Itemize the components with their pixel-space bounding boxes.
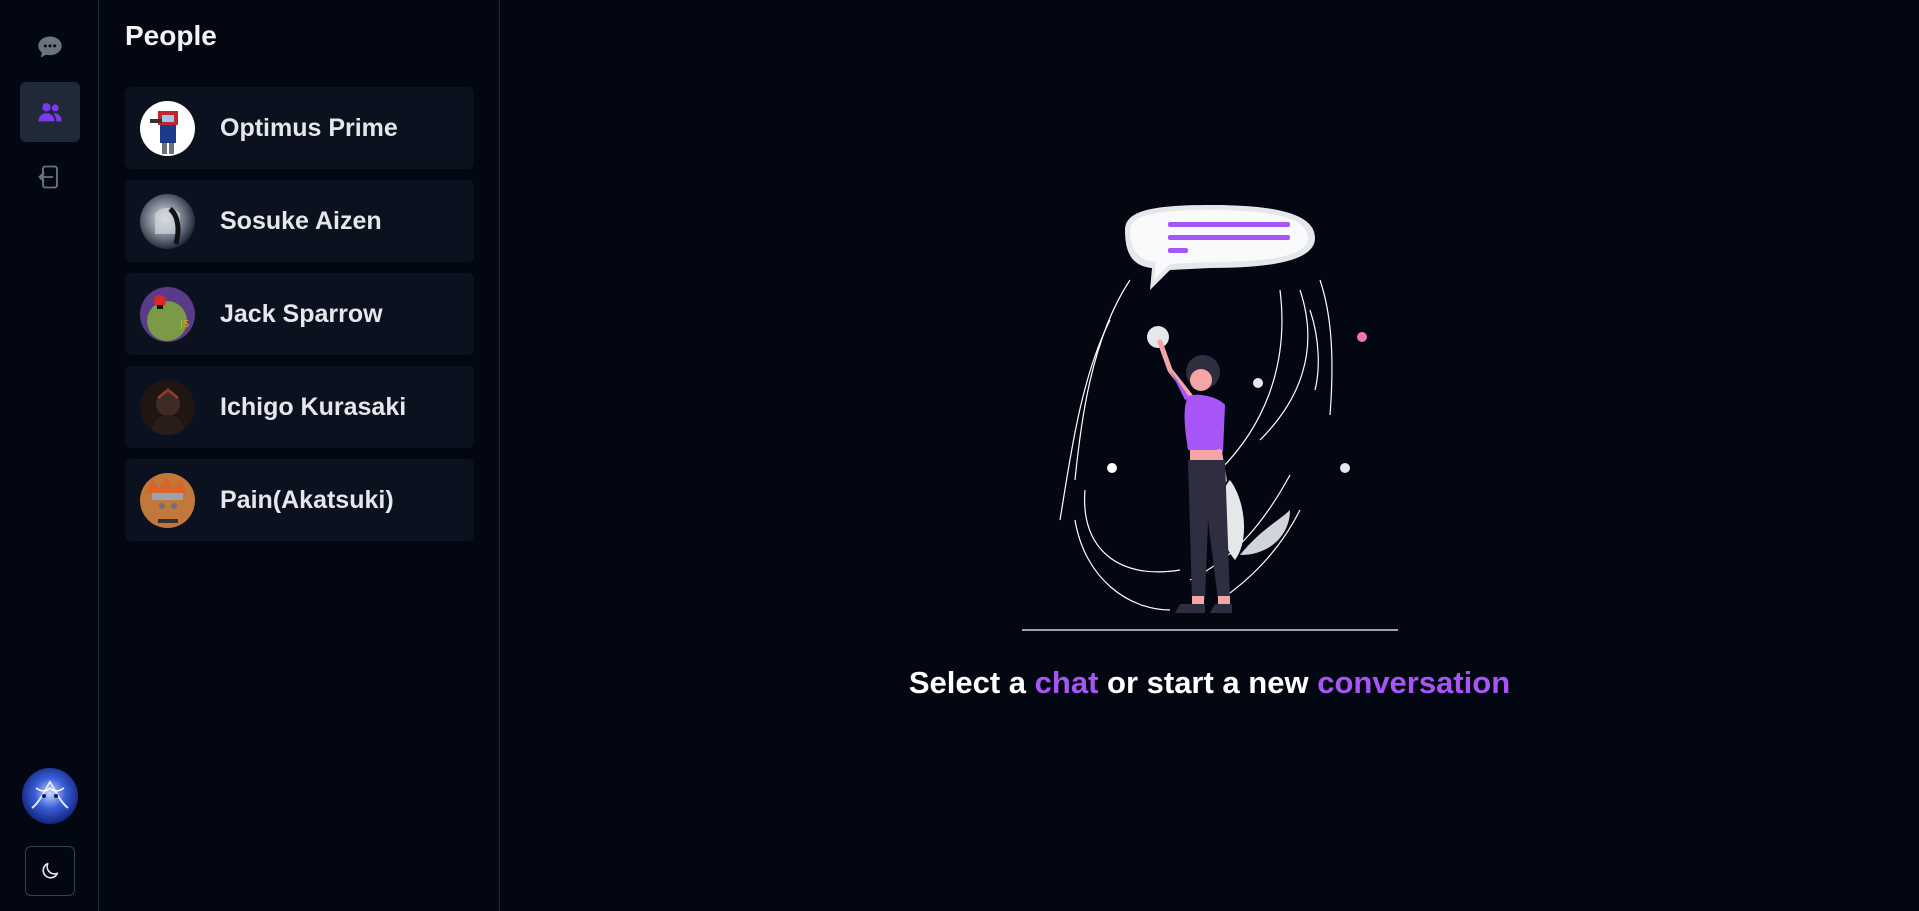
avatar xyxy=(140,193,195,249)
person-item-optimus-prime[interactable]: Optimus Prime xyxy=(125,87,474,169)
avatar: JS xyxy=(140,286,195,342)
person-name: Jack Sparrow xyxy=(220,299,383,328)
prompt-accent-chat: chat xyxy=(1034,665,1099,700)
people-nav-button[interactable] xyxy=(20,82,80,142)
people-panel: People Optimus Prime Sosuke Aizen JS Jac… xyxy=(100,0,500,911)
chat-bubble-icon xyxy=(38,36,62,58)
prompt-accent-conversation: conversation xyxy=(1317,665,1511,700)
svg-text:JS: JS xyxy=(179,319,189,330)
person-item-sosuke-aizen[interactable]: Sosuke Aizen xyxy=(125,180,474,262)
chats-nav-button[interactable] xyxy=(20,17,80,77)
logout-icon xyxy=(38,165,58,189)
logout-nav-button[interactable] xyxy=(20,147,80,207)
nav-rail xyxy=(0,0,99,911)
current-user-avatar[interactable] xyxy=(22,768,78,824)
people-title: People xyxy=(125,20,217,51)
person-name: Optimus Prime xyxy=(220,113,398,142)
users-icon xyxy=(38,103,62,122)
person-item-jack-sparrow[interactable]: JS Jack Sparrow xyxy=(125,273,474,355)
prompt-text: Select a xyxy=(908,665,1035,700)
person-item-pain-akatsuki[interactable]: Pain(Akatsuki) xyxy=(125,459,474,541)
empty-state-illustration xyxy=(1020,200,1400,640)
person-name: Sosuke Aizen xyxy=(220,206,382,235)
person-name: Pain(Akatsuki) xyxy=(220,485,394,514)
avatar xyxy=(140,379,195,435)
avatar xyxy=(140,472,195,528)
person-name: Ichigo Kurasaki xyxy=(220,392,407,421)
prompt-text: or start a new xyxy=(1098,665,1318,700)
main-content: Select a chat or start a new conversatio… xyxy=(500,0,1919,911)
theme-toggle-button[interactable] xyxy=(25,846,75,896)
moon-icon xyxy=(42,862,59,879)
person-item-ichigo-kurasaki[interactable]: Ichigo Kurasaki xyxy=(125,366,474,448)
empty-state-prompt: Select a chat or start a new conversatio… xyxy=(500,665,1919,701)
avatar xyxy=(140,100,195,156)
